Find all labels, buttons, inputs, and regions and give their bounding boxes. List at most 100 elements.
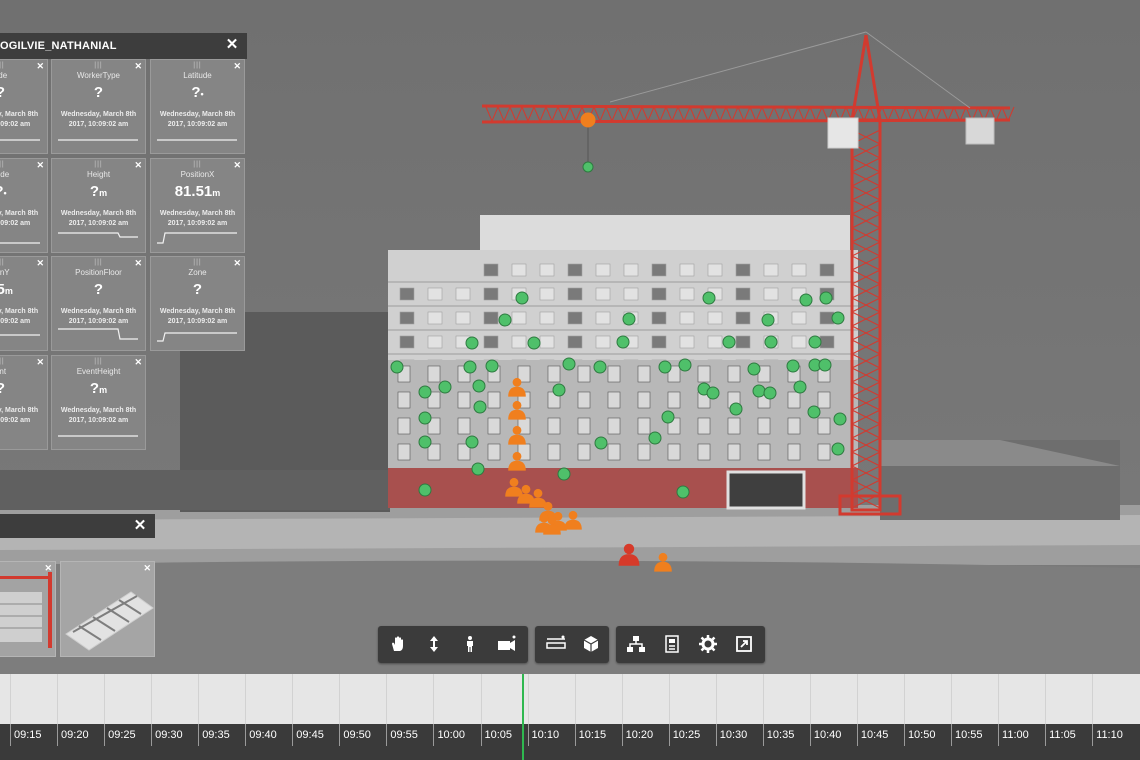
sensor-dot (465, 336, 479, 350)
close-icon[interactable]: ✕ (44, 563, 52, 574)
timeline-time-label: 09:25 (108, 729, 136, 741)
sensor-dot (752, 384, 766, 398)
fullscreen-button[interactable] (726, 626, 762, 663)
timeline-gridline (668, 674, 670, 724)
timeline-tick (245, 724, 247, 746)
property-value: ? (192, 281, 203, 298)
drag-handle-icon[interactable]: ||| (151, 62, 244, 69)
drag-handle-icon[interactable]: ||| (52, 259, 145, 266)
property-label: ent (0, 367, 7, 376)
property-card[interactable]: ||| ✕ PositionFloor? Wednesday, March 8th 20… (51, 256, 146, 351)
timeline-time-label: 09:55 (390, 729, 418, 741)
timeline-gridline (57, 674, 59, 724)
timeline-time-label: 10:40 (813, 729, 842, 741)
property-card[interactable]: ||| ✕ Latitude ?• Wednesday, March 8th 2017, … (150, 59, 245, 154)
property-card[interactable]: |||✕ude?Wednesday, March 8th2017, 10:09:… (0, 59, 48, 154)
property-value: ? (93, 84, 104, 101)
sparkline-chart (157, 232, 237, 244)
timeline-time-label: 10:55 (955, 729, 983, 741)
close-icon[interactable]: ✕ (133, 518, 147, 534)
property-timestamp: Wednesday, March 8th2017, 10:09:02 am (159, 210, 236, 227)
view-thumbnail-floorplan[interactable]: ✕ (60, 561, 155, 657)
building-model[interactable] (388, 215, 858, 510)
drag-handle-icon[interactable]: ||| (151, 259, 244, 266)
timeline-tick (198, 724, 200, 746)
timeline-gridline (198, 674, 200, 724)
drag-handle-icon[interactable]: ||| (52, 358, 145, 365)
panel-header: OGILVIE_NATHANIAL ✕ (0, 33, 247, 59)
hierarchy-button[interactable] (618, 626, 654, 663)
timeline-gridline (433, 674, 435, 724)
sensor-dot (648, 431, 662, 445)
sparkline-chart (58, 232, 138, 238)
sensor-dot (786, 359, 800, 373)
sensor-dot (819, 291, 833, 305)
property-label: WorkerType (77, 71, 120, 80)
sensor-dot (831, 311, 845, 325)
sensor-dot (729, 402, 743, 416)
property-card[interactable]: ||| ✕ PositionX 81.51m Wednesday, March 8th 2… (150, 158, 245, 253)
sparkline-chart (0, 426, 42, 444)
drag-handle-icon[interactable]: ||| (52, 161, 145, 168)
sensor-dot (818, 358, 832, 372)
property-timestamp: Wednesday, March 8th2017, 10:09:02 am (60, 111, 137, 128)
close-icon[interactable]: ✕ (143, 563, 151, 574)
sensor-dot (473, 400, 487, 414)
sensor-dot (463, 360, 477, 374)
property-label: tionY (0, 268, 10, 277)
property-card[interactable]: |||✕ent?Wednesday, March 8th2017, 10:09:… (0, 355, 48, 450)
timeline-time-label: 10:15 (578, 729, 607, 741)
timeline-tick (574, 724, 576, 746)
timeline-tick (903, 724, 905, 746)
sensor-dot (831, 442, 845, 456)
views-panel-header: ✕ (0, 514, 155, 538)
sensor-dot (833, 412, 847, 426)
timeline-gridline (856, 674, 858, 724)
sensor-dot (799, 293, 813, 307)
timeline-track[interactable] (0, 674, 1140, 724)
property-card[interactable]: |||✕tionY35mWednesday, March 8th2017, 10… (0, 256, 48, 351)
vertical-move-button[interactable] (416, 626, 452, 663)
property-card[interactable]: |||✕itude?•Wednesday, March 8th2017, 10:… (0, 158, 48, 253)
close-icon[interactable]: ✕ (225, 37, 239, 53)
sensor-dot (747, 362, 761, 376)
property-card[interactable]: ||| ✕ EventHeight ?m Wednesday, March 8th 201… (51, 355, 146, 450)
property-label: itude (0, 170, 10, 179)
property-value: ?m (89, 183, 108, 200)
timeline-playhead[interactable] (522, 674, 524, 760)
property-card[interactable]: ||| ✕ WorkerType? Wednesday, March 8th 2017,… (51, 59, 146, 154)
timeline-gridline (104, 674, 106, 724)
property-card[interactable]: ||| ✕ Zone? Wednesday, March 8th 2017, 10:09… (150, 256, 245, 351)
timeline-time-label: 09:30 (155, 729, 183, 741)
timeline-gridline (292, 674, 294, 724)
timeline-tick (621, 724, 623, 746)
drag-handle-icon[interactable]: ||| (52, 62, 145, 69)
property-value: ? (0, 84, 47, 101)
walk-mode-button[interactable] (452, 626, 488, 663)
properties-button[interactable] (654, 626, 690, 663)
timeline-gridline (480, 674, 482, 724)
property-unit: m (99, 385, 108, 395)
sparkline-chart (58, 328, 138, 340)
view-thumbnail-building[interactable]: ✕ (0, 561, 56, 657)
measure-button[interactable] (537, 626, 573, 663)
toolbar-navigation-group (378, 626, 528, 663)
property-label: EventHeight (76, 367, 121, 376)
camera-button[interactable] (488, 626, 524, 663)
property-label: Height (86, 170, 111, 179)
sensor-dot (552, 383, 566, 397)
timeline-time-label: 10:45 (860, 729, 889, 741)
property-card[interactable]: ||| ✕ Height ?m Wednesday, March 8th 2017, 10… (51, 158, 146, 253)
cube-view-button[interactable] (573, 626, 609, 663)
settings-button[interactable] (690, 626, 726, 663)
sensor-dot (761, 313, 775, 327)
pan-button[interactable] (380, 626, 416, 663)
timeline-tick (527, 724, 529, 746)
sensor-dot (418, 385, 432, 399)
timeline-scrubber[interactable]: 09:15 09:20 09:25 09:30 09:35 09:40 09:45 09:50… (0, 674, 1140, 760)
drag-handle-icon[interactable]: ||| (151, 161, 244, 168)
timeline-time-label: 10:00 (437, 729, 465, 741)
crane-hook-sensor-dot (582, 161, 594, 173)
timeline-time-label: 11:10 (1096, 729, 1123, 741)
cube-view-icon (583, 636, 599, 652)
